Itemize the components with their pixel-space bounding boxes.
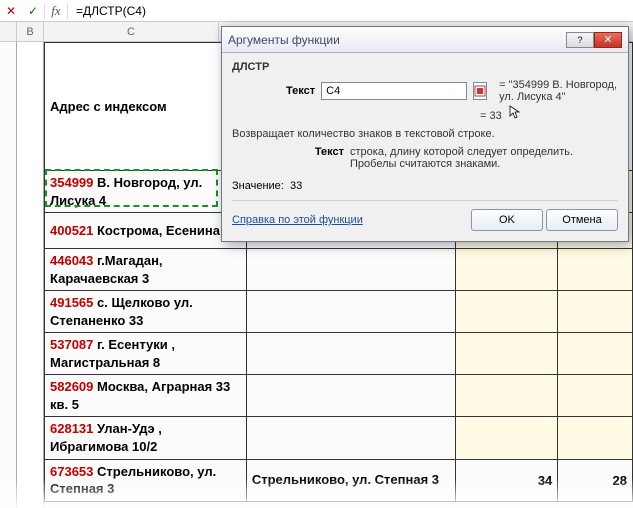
cell-address[interactable]	[246, 375, 455, 417]
table-row[interactable]: 491565 с. Щелково ул. Степаненко 33	[45, 291, 633, 333]
cell-address-with-index[interactable]: 491565 с. Щелково ул. Степаненко 33	[45, 291, 247, 333]
cell-address-with-index[interactable]: 354999 В. Новгород, ул. Лисука 4	[45, 171, 247, 213]
postal-index: 673653	[50, 464, 93, 479]
function-arguments-dialog: Аргументы функции ? ✕ ДЛСТР Текст = "354…	[221, 26, 629, 242]
cell-len2[interactable]	[558, 291, 633, 333]
argument-input[interactable]	[321, 82, 467, 100]
dialog-titlebar[interactable]: Аргументы функции ? ✕	[222, 27, 628, 53]
formula-accept-button[interactable]: ✓	[22, 1, 44, 21]
argument-desc-key: Текст	[304, 146, 344, 170]
table-row[interactable]: 582609 Москва, Аграрная 33 кв. 5	[45, 375, 633, 417]
formula-cancel-button[interactable]: ✕	[0, 1, 22, 21]
postal-index: 537087	[50, 337, 93, 352]
address-text: Кострома, Есенина 4	[93, 223, 230, 238]
formula-input[interactable]: =ДЛСТР(C4)	[68, 4, 154, 18]
cell-len2[interactable]	[558, 417, 633, 459]
insert-function-button[interactable]: fx	[45, 1, 67, 21]
cell-address-with-index[interactable]: 628131 Улан-Удэ , Ибрагимова 10/2	[45, 417, 247, 459]
postal-index: 491565	[50, 295, 93, 310]
function-description: Возвращает количество знаков в текстовой…	[232, 128, 618, 140]
header-address-with-index[interactable]: Адрес с индексом	[45, 43, 247, 171]
cell-address[interactable]	[246, 291, 455, 333]
argument-desc-text: строка, длину которой следует определить…	[350, 146, 618, 170]
cell-address-with-index[interactable]: 673653 Стрельниково, ул. Степная 3	[45, 459, 247, 501]
table-row[interactable]: 537087 г. Есентуки , Магистральная 8	[45, 333, 633, 375]
cell-len2[interactable]	[558, 375, 633, 417]
cell-address[interactable]	[246, 417, 455, 459]
help-link[interactable]: Справка по этой функции	[232, 214, 363, 226]
collapse-dialog-button[interactable]	[473, 82, 487, 100]
column-header-a[interactable]	[0, 22, 17, 41]
cell-address-with-index[interactable]: 582609 Москва, Аграрная 33 кв. 5	[45, 375, 247, 417]
ok-button[interactable]: OK	[471, 209, 543, 231]
cell-address[interactable]: Стрельниково, ул. Степная 3	[246, 459, 455, 501]
table-row[interactable]: 673653 Стрельниково, ул. Степная 3Стрель…	[45, 459, 633, 501]
cell-len1[interactable]	[455, 333, 558, 375]
postal-index: 354999	[50, 175, 93, 190]
cell-len2[interactable]: 28	[558, 459, 633, 501]
cancel-button[interactable]: Отмена	[546, 209, 618, 231]
function-name: ДЛСТР	[232, 61, 618, 73]
dialog-title: Аргументы функции	[228, 33, 566, 47]
cell-len1[interactable]	[455, 375, 558, 417]
postal-index: 400521	[50, 223, 93, 238]
column-header-c[interactable]: C	[44, 22, 219, 41]
column-header-b[interactable]: B	[17, 22, 44, 41]
cell-len1[interactable]	[455, 291, 558, 333]
postal-index: 628131	[50, 421, 93, 436]
header-label: Адрес с индексом	[50, 99, 167, 114]
row-header-gutter[interactable]	[0, 42, 17, 508]
cell-len1[interactable]	[455, 417, 558, 459]
table-row[interactable]: 628131 Улан-Удэ , Ибрагимова 10/2	[45, 417, 633, 459]
table-row[interactable]: 446043 г.Магадан, Карачаевская 3	[45, 249, 633, 291]
value-line: Значение: 33	[232, 180, 618, 192]
argument-label: Текст	[286, 85, 315, 97]
cell-address-with-index[interactable]: 400521 Кострома, Есенина 4	[45, 213, 247, 249]
argument-evaluated: = "354999 В. Новгород, ул. Лисука 4"	[499, 79, 618, 103]
cell-address[interactable]	[246, 333, 455, 375]
close-button[interactable]: ✕	[594, 32, 622, 48]
column-b-gutter[interactable]	[17, 42, 44, 508]
range-select-icon	[474, 85, 486, 97]
result-preview: = 33	[480, 105, 618, 122]
postal-index: 582609	[50, 379, 93, 394]
help-button[interactable]: ?	[566, 32, 594, 48]
postal-index: 446043	[50, 253, 93, 268]
cell-len2[interactable]	[558, 249, 633, 291]
cell-len1[interactable]	[455, 249, 558, 291]
formula-bar: ✕ ✓ fx =ДЛСТР(C4)	[0, 0, 633, 22]
cursor-icon	[509, 105, 521, 122]
cell-address-with-index[interactable]: 446043 г.Магадан, Карачаевская 3	[45, 249, 247, 291]
cell-len2[interactable]	[558, 333, 633, 375]
cell-address[interactable]	[246, 249, 455, 291]
cell-len1[interactable]: 34	[455, 459, 558, 501]
cell-address-with-index[interactable]: 537087 г. Есентуки , Магистральная 8	[45, 333, 247, 375]
